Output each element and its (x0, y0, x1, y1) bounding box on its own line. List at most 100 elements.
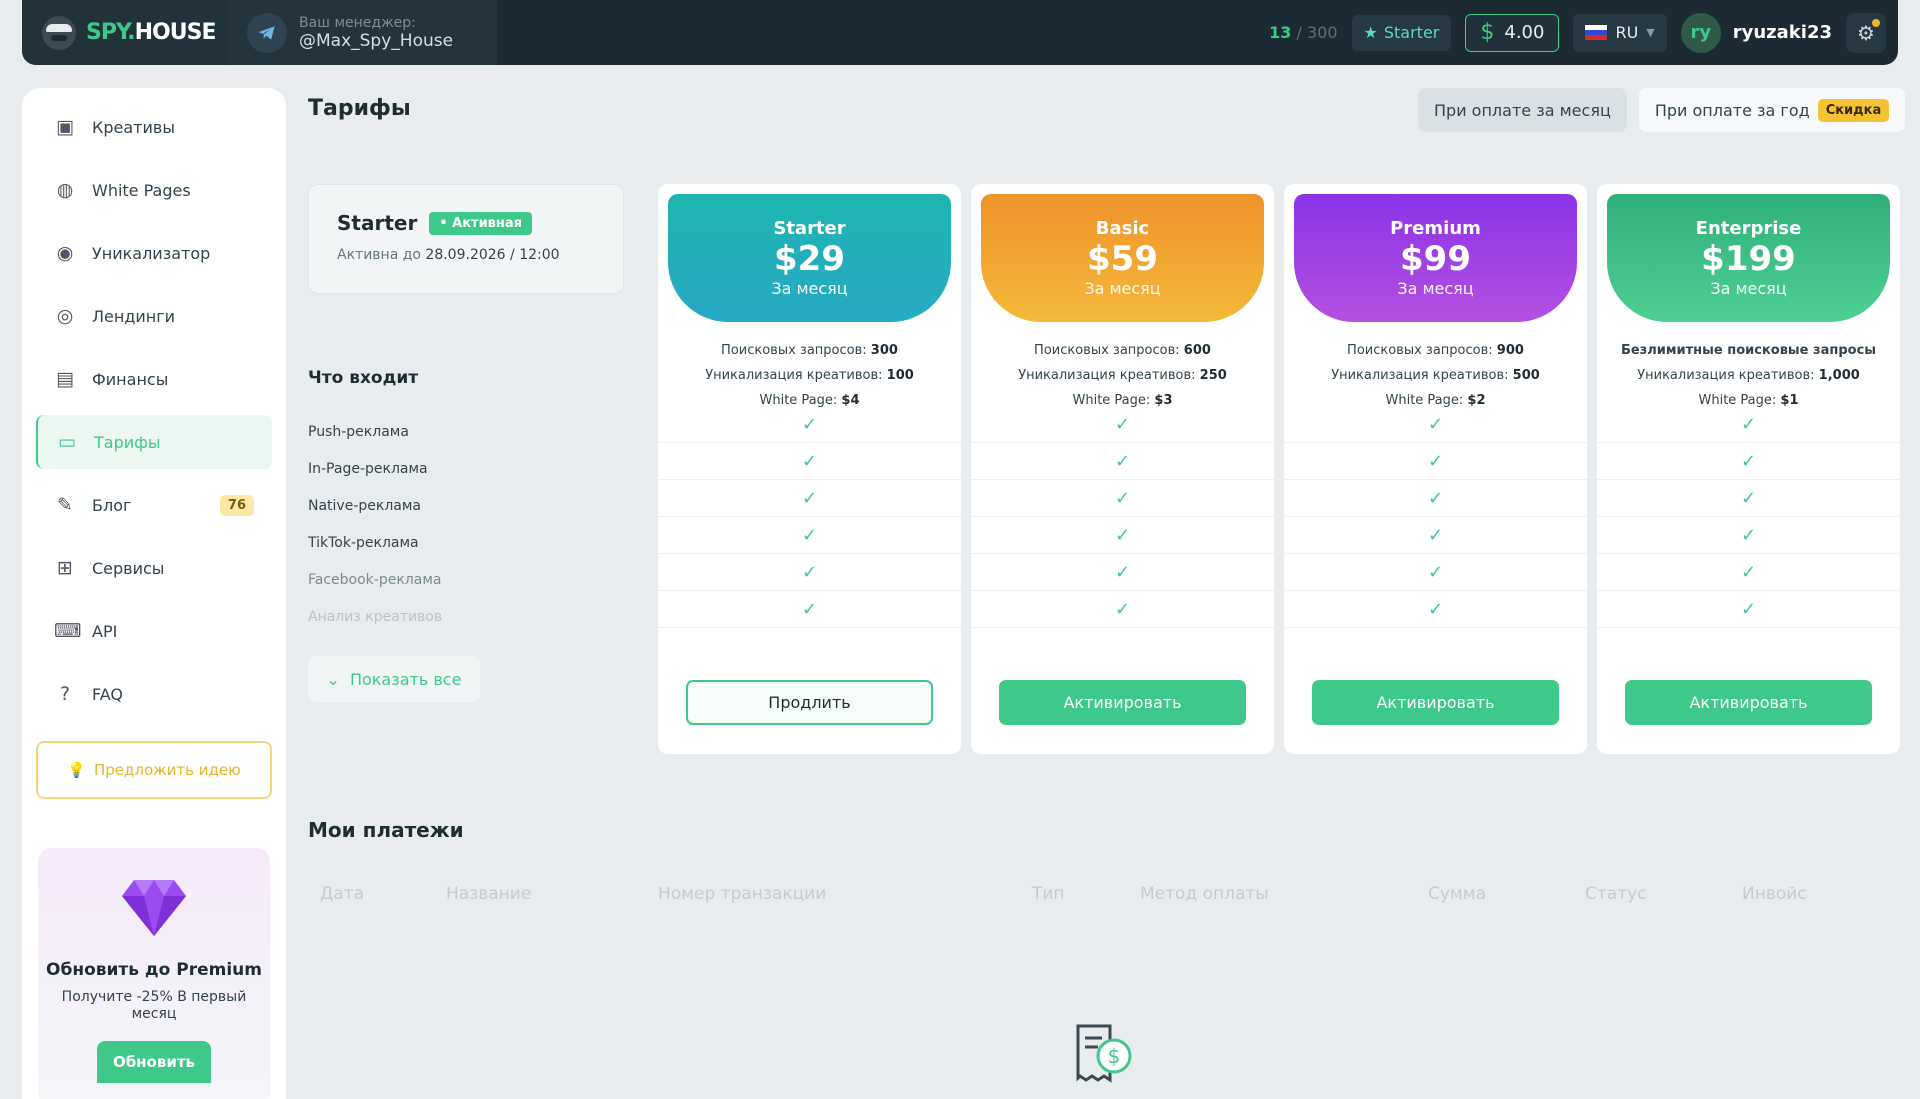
manager-block[interactable]: Ваш менеджер: @Max_Spy_House (227, 0, 497, 65)
svg-text:$: $ (1108, 1044, 1121, 1068)
current-plan-card: Starter • Активная Активна до 28.09.2026 … (308, 184, 624, 294)
feature-label: Native-реклама (308, 498, 422, 514)
plan-header: Enterprise $199 За месяц (1607, 194, 1890, 322)
plan-limits: Безлимитные поисковые запросы Уникализаци… (1597, 338, 1900, 413)
sidebar-item-tariffs[interactable]: ▭ Тарифы (36, 415, 272, 469)
promo-title: Обновить до Premium (46, 960, 262, 980)
check-icon: ✓ (1284, 406, 1587, 443)
check-icon: ✓ (1284, 443, 1587, 480)
feature-label: Facebook-реклама (308, 572, 442, 588)
upgrade-button[interactable]: Обновить (96, 1041, 212, 1083)
activate-button[interactable]: Активировать (999, 680, 1246, 725)
plan-header: Premium $99 За месяц (1294, 194, 1577, 322)
plan-name: Starter (773, 218, 846, 239)
chevron-down-icon: ⌄ (326, 669, 340, 689)
check-icon: ✓ (1597, 480, 1900, 517)
avatar: ry (1680, 12, 1721, 53)
language-select[interactable]: RU ▼ (1573, 13, 1667, 52)
plan-limit-row: Поисковых запросов: 900 (1347, 343, 1524, 358)
plan-price: $59 (1087, 239, 1158, 279)
plan-limit-row: Уникализация креативов: 1,000 (1637, 368, 1860, 383)
check-icon: ✓ (1284, 480, 1587, 517)
activate-button[interactable]: Активировать (1312, 680, 1559, 725)
check-icon: ✓ (1597, 517, 1900, 554)
column-header: Тип (1032, 884, 1065, 904)
sidebar-item-creatives[interactable]: ▣ Креативы (36, 100, 272, 154)
settings-button[interactable]: ⚙ (1846, 12, 1886, 53)
image-icon: ▣ (56, 116, 74, 138)
check-icon: ✓ (1284, 591, 1587, 628)
check-icon: ✓ (971, 480, 1274, 517)
plan-limits: Поисковых запросов: 600 Уникализация креа… (971, 338, 1274, 413)
sidebar-item-uniqualizer[interactable]: ◉ Уникализатор (36, 226, 272, 280)
promo-subtitle: Получите -25% В первый месяц (61, 989, 247, 1022)
blog-count-badge: 76 (219, 494, 254, 516)
monthly-billing-tab[interactable]: При оплате за месяц (1418, 88, 1627, 132)
page-title: Тарифы (308, 96, 411, 121)
check-icon: ✓ (971, 443, 1274, 480)
check-icon: ✓ (971, 554, 1274, 591)
plan-price: $99 (1400, 239, 1471, 279)
sidebar-item-finance[interactable]: ▤ Финансы (36, 352, 272, 406)
requests-counter: 13 / 300 (1269, 23, 1338, 42)
check-icon: ✓ (1597, 406, 1900, 443)
sidebar-item-white-pages[interactable]: ◍ White Pages (36, 163, 272, 217)
plan-badge-button[interactable]: ★ Starter (1351, 14, 1452, 51)
target-icon: ◎ (56, 305, 74, 327)
current-plan-expiry: Активна до 28.09.2026 / 12:00 (337, 247, 560, 263)
show-all-button[interactable]: ⌄ Показать все (308, 656, 480, 702)
sidebar-item-blog[interactable]: ✎ Блог 76 (36, 478, 272, 532)
balance-button[interactable]: $4.00 (1465, 13, 1560, 52)
spy-hat-icon (42, 15, 76, 50)
globe-icon: ◍ (56, 179, 74, 201)
user-menu[interactable]: ry ryuzaki23 (1680, 12, 1832, 53)
column-header: Номер транзакции (658, 884, 827, 904)
plan-limits: Поисковых запросов: 300 Уникализация креа… (658, 338, 961, 413)
column-header: Статус (1585, 884, 1647, 904)
username: ryuzaki23 (1732, 22, 1832, 43)
plan-period: За месяц (1710, 279, 1787, 298)
billing-period-toggle: При оплате за месяц При оплате за год Ски… (1418, 88, 1906, 132)
star-icon: ★ (1363, 23, 1378, 42)
check-icon: ✓ (658, 443, 961, 480)
check-icon: ✓ (1597, 591, 1900, 628)
premium-promo-card: Обновить до Premium Получите -25% В перв… (38, 848, 270, 1099)
sidebar-item-services[interactable]: ⊞ Сервисы (36, 541, 272, 595)
feature-label: Анализ креативов (308, 609, 443, 625)
wallet-icon: ▤ (56, 368, 74, 390)
lightbulb-icon: 💡 (67, 761, 86, 779)
check-icon: ✓ (658, 406, 961, 443)
yearly-billing-tab[interactable]: При оплате за год Скидка (1638, 88, 1906, 132)
check-icon: ✓ (1597, 554, 1900, 591)
telegram-icon (247, 12, 287, 53)
plan-price: $199 (1701, 239, 1796, 279)
check-icon: ✓ (658, 554, 961, 591)
plan-limit-row: Поисковых запросов: 300 (721, 343, 898, 358)
current-plan-name: Starter (337, 211, 418, 235)
plan-header: Basic $59 За месяц (981, 194, 1264, 322)
renew-button[interactable]: Продлить (686, 680, 933, 725)
top-bar: SPY.HOUSE Ваш менеджер: @Max_Spy_House 1… (22, 0, 1898, 65)
plan-limits: Поисковых запросов: 900 Уникализация креа… (1284, 338, 1587, 413)
plan-name: Enterprise (1695, 218, 1802, 239)
feature-label: In-Page-реклама (308, 461, 428, 477)
activate-button[interactable]: Активировать (1625, 680, 1872, 725)
plan-period: За месяц (1084, 279, 1161, 298)
suggest-idea-button[interactable]: 💡 Предложить идею (36, 741, 272, 799)
logo-text: SPY.HOUSE (86, 20, 216, 45)
sidebar-item-faq[interactable]: ? FAQ (36, 667, 272, 721)
card-icon: ▭ (58, 431, 76, 453)
logo[interactable]: SPY.HOUSE (22, 0, 227, 65)
plan-card-enterprise: Enterprise $199 За месяц Безлимитные поиско… (1597, 184, 1900, 754)
plan-period: За месяц (1397, 279, 1474, 298)
sidebar: ▣ Креативы ◍ White Pages ◉ Уникализатор ◎ Ле… (22, 88, 286, 1099)
plan-limit-row: Поисковых запросов: 600 (1034, 343, 1211, 358)
check-icon: ✓ (658, 591, 961, 628)
manager-name[interactable]: @Max_Spy_House (299, 31, 453, 51)
sidebar-item-landings[interactable]: ◎ Лендинги (36, 289, 272, 343)
sidebar-item-api[interactable]: ⌨ API (36, 604, 272, 658)
column-header: Название (446, 884, 532, 904)
plan-name: Premium (1390, 218, 1481, 239)
column-header: Метод оплаты (1140, 884, 1269, 904)
plan-limit-row: Уникализация креативов: 100 (705, 368, 914, 383)
